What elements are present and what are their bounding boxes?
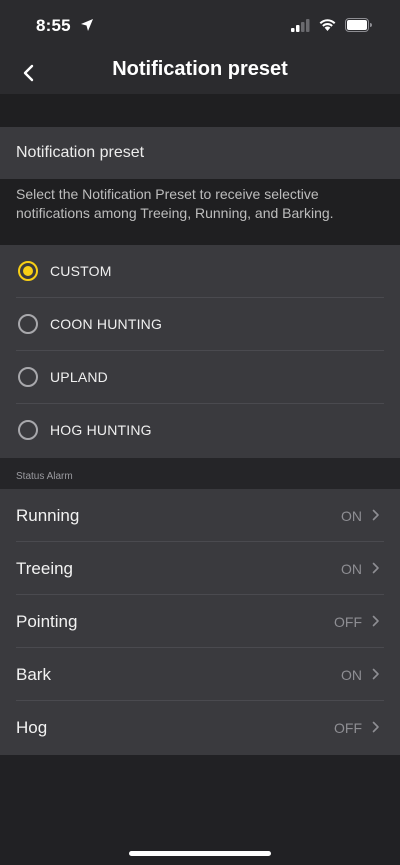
status-bar: 8:55 <box>0 0 400 52</box>
alarm-value: OFF <box>334 720 362 736</box>
battery-icon <box>345 18 373 37</box>
preset-label: CUSTOM <box>50 263 112 279</box>
back-button[interactable] <box>14 58 42 88</box>
chevron-right-icon <box>372 562 379 574</box>
alarm-row-hog[interactable]: Hog OFF <box>0 701 400 754</box>
chevron-left-icon <box>23 64 34 82</box>
preset-option-custom[interactable]: CUSTOM <box>0 245 400 298</box>
home-indicator[interactable] <box>129 851 271 856</box>
chevron-right-icon <box>372 509 379 521</box>
alarm-row-running[interactable]: Running ON <box>0 489 400 542</box>
alarm-label: Treeing <box>16 559 74 578</box>
bottom-spacer <box>0 755 400 865</box>
location-arrow-icon <box>80 18 94 37</box>
cellular-signal-icon <box>291 19 311 37</box>
alarm-value: ON <box>341 667 362 683</box>
radio-selected-icon[interactable] <box>18 261 38 281</box>
chevron-right-icon <box>372 615 379 627</box>
section-title: Notification preset <box>16 144 145 161</box>
alarm-value: OFF <box>334 614 362 630</box>
preset-list: CUSTOM COON HUNTING UPLAND HOG HUNTING <box>0 245 400 458</box>
status-alarm-header: Status Alarm <box>0 458 400 489</box>
alarm-value: ON <box>341 508 362 524</box>
radio-unselected-icon[interactable] <box>18 420 38 440</box>
alarm-label: Bark <box>16 665 51 684</box>
preset-label: COON HUNTING <box>50 316 163 332</box>
preset-label: UPLAND <box>50 369 108 385</box>
preset-option-coon-hunting[interactable]: COON HUNTING <box>0 298 400 351</box>
preset-option-hog-hunting[interactable]: HOG HUNTING <box>0 404 400 457</box>
alarm-label: Hog <box>16 718 48 737</box>
description-text: Select the Notification Preset to receiv… <box>16 186 334 221</box>
description-block: Select the Notification Preset to receiv… <box>0 179 400 245</box>
alarm-row-pointing[interactable]: Pointing OFF <box>0 595 400 648</box>
alarm-label: Running <box>16 506 80 525</box>
preset-option-upland[interactable]: UPLAND <box>0 351 400 404</box>
alarm-row-treeing[interactable]: Treeing ON <box>0 542 400 595</box>
radio-unselected-icon[interactable] <box>18 367 38 387</box>
alarm-value: ON <box>341 561 362 577</box>
radio-unselected-icon[interactable] <box>18 314 38 334</box>
alarm-row-bark[interactable]: Bark ON <box>0 648 400 701</box>
alarm-label: Pointing <box>16 612 78 631</box>
chevron-right-icon <box>372 668 379 680</box>
section-header: Notification preset <box>0 127 400 179</box>
page-title: Notification preset <box>112 58 288 80</box>
wifi-icon <box>318 18 337 37</box>
chevron-right-icon <box>372 721 379 733</box>
status-time: 8:55 <box>36 16 71 35</box>
spacer <box>0 94 400 127</box>
status-alarm-list: Running ON Treeing ON Pointing OFF Bark … <box>0 489 400 755</box>
navigation-bar: Notification preset <box>0 52 400 94</box>
status-alarm-title: Status Alarm <box>16 471 73 482</box>
preset-label: HOG HUNTING <box>50 422 152 438</box>
